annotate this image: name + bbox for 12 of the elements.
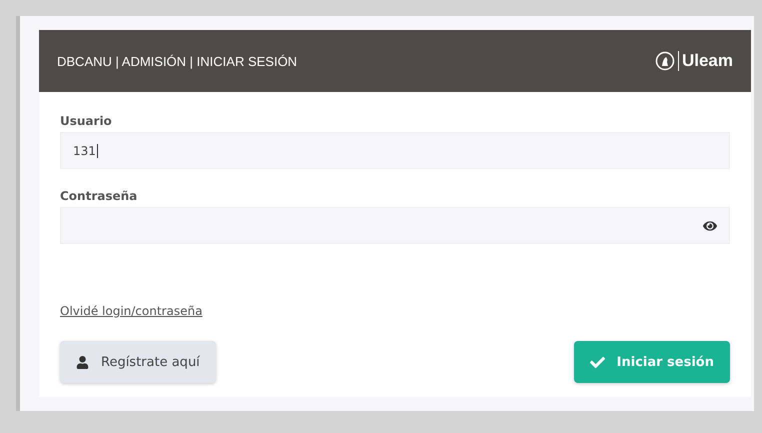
password-field[interactable] bbox=[60, 207, 730, 244]
page-title: DBCANU | ADMISIÓN | INICIAR SESIÓN bbox=[57, 54, 298, 68]
logo-icon bbox=[654, 51, 675, 71]
user-icon bbox=[76, 356, 89, 368]
forgot-link[interactable]: Olvidé login/contraseña bbox=[60, 304, 202, 318]
check-icon bbox=[590, 354, 605, 370]
field-label: Contraseña bbox=[60, 189, 138, 203]
logo-text: Uleam bbox=[678, 51, 733, 71]
username-field[interactable]: 131 bbox=[60, 132, 730, 169]
eye-icon[interactable] bbox=[703, 218, 717, 232]
register-button[interactable]: Regístrate aquí bbox=[60, 341, 216, 383]
field-label: Usuario bbox=[60, 114, 113, 128]
